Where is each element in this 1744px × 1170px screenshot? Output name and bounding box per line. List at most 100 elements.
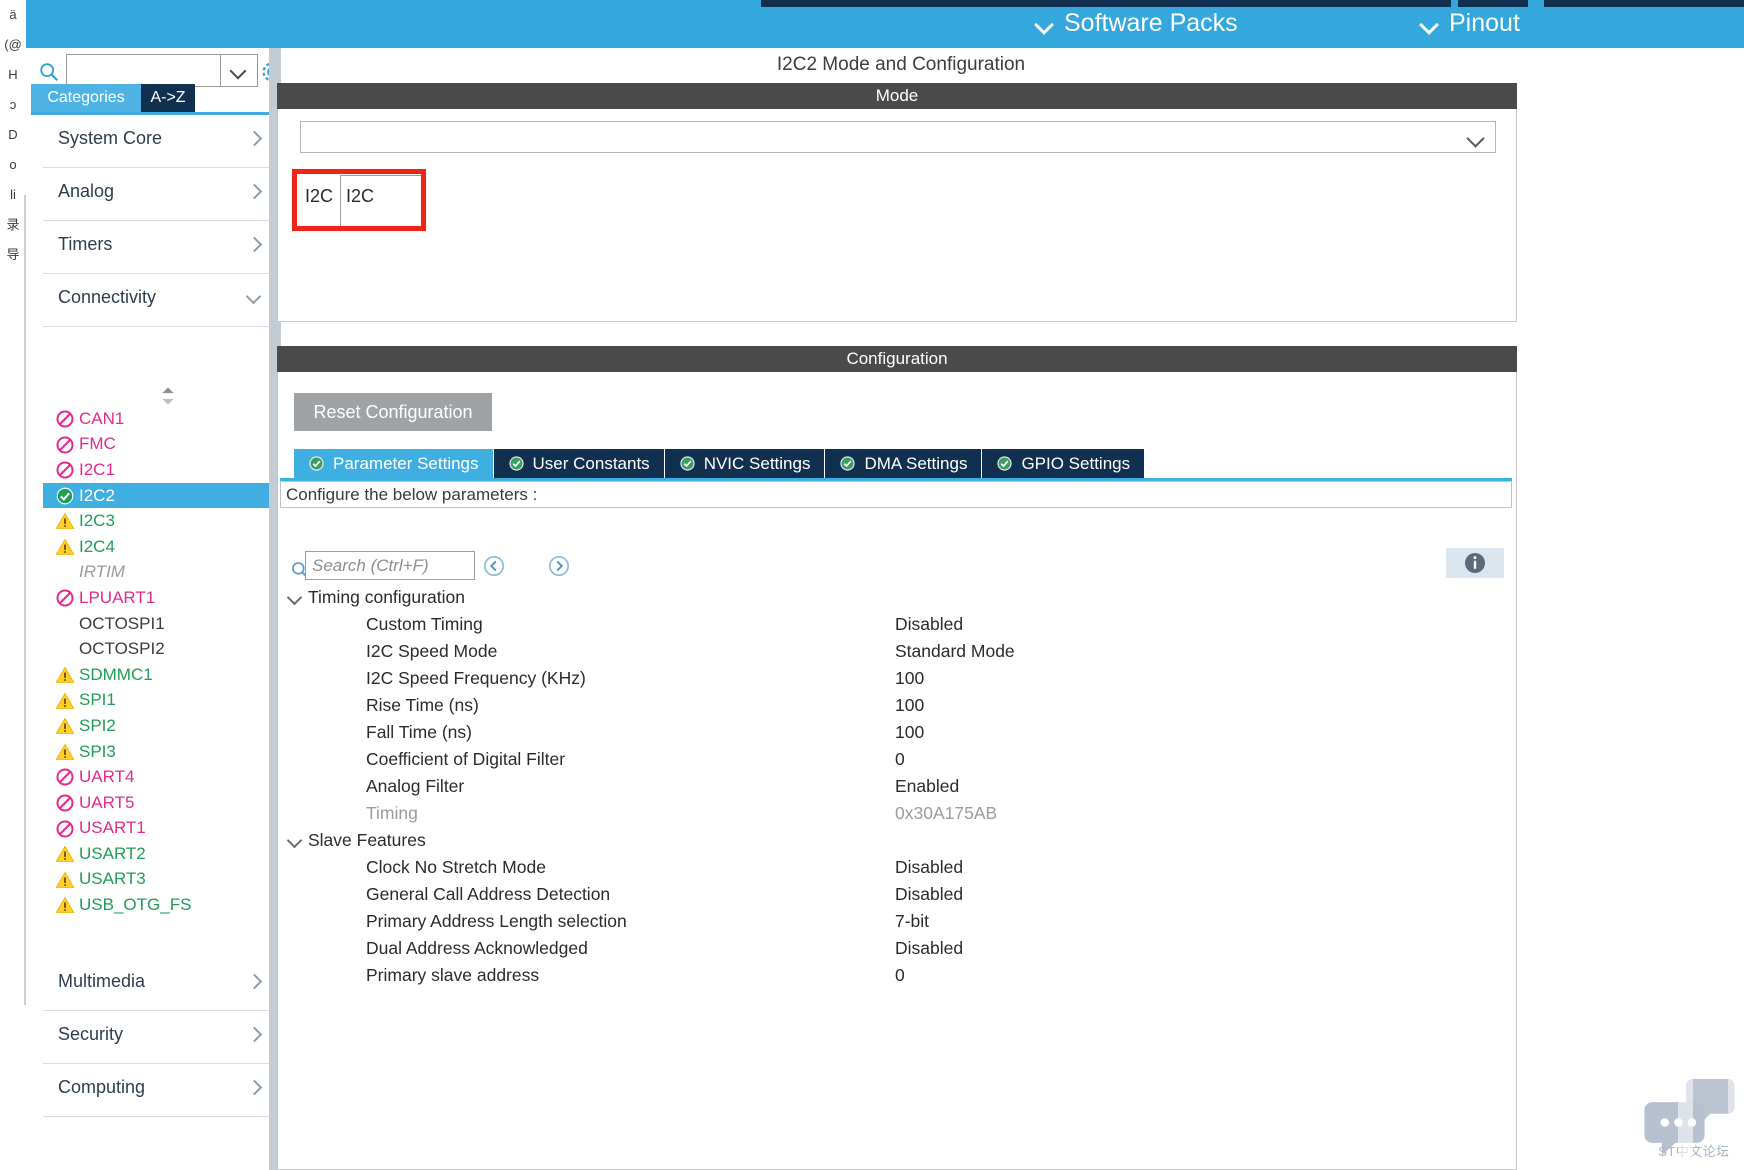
peripheral-item-spi2[interactable]: SPI2 (43, 713, 283, 739)
parameter-row[interactable]: Primary slave address 0 (278, 962, 1514, 989)
parameter-search-input[interactable]: Search (Ctrl+F) (305, 551, 475, 580)
parameter-name: General Call Address Detection (366, 884, 611, 904)
reset-configuration-button[interactable]: Reset Configuration (294, 393, 492, 431)
category-label: Connectivity (58, 287, 157, 307)
warning-icon (55, 538, 75, 555)
peripheral-item-usart3[interactable]: USART3 (43, 867, 283, 893)
peripheral-item-irtim[interactable]: IRTIM (43, 560, 283, 586)
parameter-group-timing-configuration[interactable]: Timing configuration (278, 584, 1514, 611)
parameter-value: 0 (895, 749, 905, 769)
info-button[interactable] (1446, 548, 1504, 578)
parameter-row[interactable]: I2C Speed Mode Standard Mode (278, 638, 1514, 665)
scroll-spinner-icon[interactable] (159, 386, 177, 406)
tab-dma-settings[interactable]: DMA Settings (825, 449, 983, 478)
parameter-row[interactable]: Clock No Stretch Mode Disabled (278, 854, 1514, 881)
parameter-row[interactable]: I2C Speed Frequency (KHz) 100 (278, 665, 1514, 692)
right-scroll-strip[interactable] (1531, 48, 1544, 1170)
topbar-accent-left (761, 0, 1451, 7)
category-label: Computing (58, 1077, 146, 1097)
collapse-all-icon[interactable] (483, 555, 505, 577)
peripheral-item-spi3[interactable]: SPI3 (43, 739, 283, 765)
peripheral-item-uart5[interactable]: UART5 (43, 790, 283, 816)
category-analog[interactable]: Analog (43, 168, 271, 221)
parameter-name: Custom Timing (366, 614, 483, 634)
parameter-tree: Timing configuration Custom Timing Disable… (278, 584, 1514, 989)
category-timers[interactable]: Timers (43, 221, 271, 274)
category-connectivity[interactable]: Connectivity (43, 274, 271, 327)
info-icon (1465, 553, 1485, 573)
category-label: Security (58, 1024, 124, 1044)
check-circle-icon (309, 456, 324, 471)
peripheral-item-usb_otg_fs[interactable]: USB_OTG_FS (43, 892, 283, 918)
background-page-column: ä (@ Hɔ Do li 录导 (0, 0, 26, 1170)
expand-all-icon[interactable] (548, 555, 570, 577)
background-glyph: H (8, 67, 18, 82)
search-icon (40, 63, 59, 82)
watermark-band-right (1728, 1073, 1744, 1170)
peripheral-item-uart4[interactable]: UART4 (43, 764, 283, 790)
annotation-highlight-rectangle (292, 169, 426, 231)
chevron-right-icon (247, 132, 261, 146)
peripheral-item-octospi2[interactable]: OCTOSPI2 (43, 636, 283, 662)
forbidden-icon (56, 589, 74, 607)
parameter-row[interactable]: Primary Address Length selection 7-bit (278, 908, 1514, 935)
category-computing[interactable]: Computing (43, 1064, 271, 1117)
tab-label: DMA Settings (864, 453, 968, 473)
tab-user-constants[interactable]: User Constants (493, 449, 665, 478)
sidebar-search-dropdown-button[interactable] (221, 54, 258, 87)
peripheral-item-can1[interactable]: CAN1 (43, 406, 283, 432)
chevron-down-icon (1036, 16, 1052, 32)
peripheral-item-i2c4[interactable]: I2C4 (43, 534, 283, 560)
chevron-down-icon (1421, 16, 1437, 32)
forbidden-icon (56, 794, 74, 812)
parameter-row[interactable]: Rise Time (ns) 100 (278, 692, 1514, 719)
peripheral-item-usart2[interactable]: USART2 (43, 841, 283, 867)
nav-software-packs[interactable]: Software Packs (1036, 9, 1238, 38)
peripheral-label: I2C2 (79, 485, 115, 505)
category-multimedia[interactable]: Multimedia (43, 958, 271, 1011)
tab-categories[interactable]: Categories (31, 84, 141, 112)
peripheral-item-spi1[interactable]: SPI1 (43, 688, 283, 714)
forbidden-icon (56, 820, 74, 837)
tab-nvic-settings[interactable]: NVIC Settings (664, 449, 826, 478)
parameter-row[interactable]: Dual Address Acknowledged Disabled (278, 935, 1514, 962)
parameter-value: Standard Mode (895, 641, 1015, 661)
parameter-row[interactable]: Fall Time (ns) 100 (278, 719, 1514, 746)
warning-icon (55, 896, 75, 914)
peripheral-item-i2c2[interactable]: I2C2 (43, 482, 283, 509)
parameter-row[interactable]: Timing 0x30A175AB (278, 800, 1514, 827)
parameter-row[interactable]: General Call Address Detection Disabled (278, 881, 1514, 908)
tab-gpio-settings[interactable]: GPIO Settings (982, 449, 1146, 478)
parameter-row[interactable]: Coefficient of Digital Filter 0 (278, 746, 1514, 773)
peripheral-item-fmc[interactable]: FMC (43, 432, 283, 458)
tab-a-to-z[interactable]: A->Z (141, 84, 195, 112)
sidebar-search-input[interactable] (66, 54, 221, 87)
parameter-row[interactable]: Custom Timing Disabled (278, 611, 1514, 638)
peripheral-item-sdmmc1[interactable]: SDMMC1 (43, 662, 283, 688)
warning-icon (55, 871, 75, 888)
check-circle-icon (840, 456, 856, 471)
category-security[interactable]: Security (43, 1011, 271, 1064)
peripheral-item-i2c1[interactable]: I2C1 (43, 457, 283, 483)
peripheral-label: SPI1 (79, 690, 116, 710)
mode-panel: I2C I2C (277, 109, 1517, 322)
forbidden-icon (56, 436, 74, 454)
parameter-value: 0 (895, 965, 905, 985)
topbar-right-filler (1528, 0, 1544, 48)
peripheral-item-lpuart1[interactable]: LPUART1 (43, 585, 283, 611)
parameter-name: Fall Time (ns) (366, 722, 472, 742)
category-system-core[interactable]: System Core (43, 115, 271, 168)
chevron-right-icon (247, 1028, 261, 1042)
configuration-tab-strip: Parameter Settings User Constants NVIC Set… (294, 449, 1146, 478)
mode-dropdown[interactable] (300, 121, 1496, 153)
parameter-group-slave-features[interactable]: Slave Features (278, 827, 1514, 854)
peripheral-label: SPI3 (79, 741, 116, 761)
category-list-bottom: Multimedia Security Computing (31, 958, 283, 1117)
parameter-name: I2C Speed Frequency (KHz) (366, 668, 586, 688)
parameter-row[interactable]: Analog Filter Enabled (278, 773, 1514, 800)
peripheral-item-octospi1[interactable]: OCTOSPI1 (43, 611, 283, 637)
nav-pinout[interactable]: Pinout (1421, 9, 1520, 38)
peripheral-item-usart1[interactable]: USART1 (43, 816, 283, 842)
peripheral-item-i2c3[interactable]: I2C3 (43, 508, 283, 534)
tab-parameter-settings[interactable]: Parameter Settings (294, 449, 494, 478)
